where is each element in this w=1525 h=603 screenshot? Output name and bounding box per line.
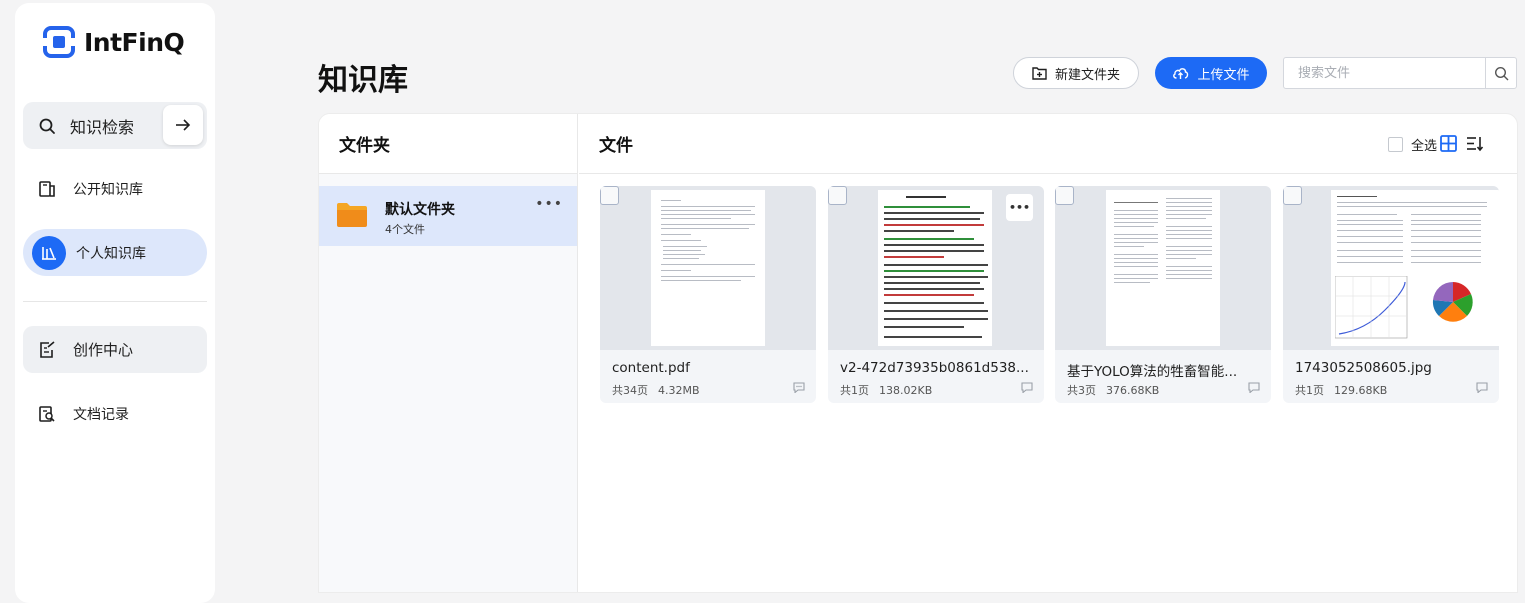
files-title: 文件 (599, 136, 633, 156)
folder-column-title: 文件夹 (319, 114, 577, 174)
file-search (1283, 57, 1517, 89)
sidebar: IntFinQ 知识检索 公开知识库 个人知识库 创作中心 文档记录 (15, 3, 215, 603)
book-icon (39, 180, 55, 197)
folder-icon (337, 203, 367, 227)
document-page-preview (1106, 190, 1220, 346)
grid-view-icon[interactable] (1440, 135, 1457, 152)
doc-search-icon (39, 405, 55, 422)
file-size: 376.68KB (1106, 384, 1160, 397)
chat-icon[interactable] (1021, 382, 1033, 393)
file-name: 基于YOLO算法的牲畜智能... (1067, 364, 1238, 380)
chat-icon[interactable] (793, 382, 805, 393)
document-page-preview (878, 190, 992, 346)
file-size: 4.32MB (658, 384, 700, 397)
file-search-input[interactable] (1284, 58, 1485, 88)
folder-name: 默认文件夹 (385, 202, 455, 218)
logo-text: IntFinQ (84, 27, 185, 57)
file-thumbnail (600, 186, 816, 350)
more-options-icon[interactable]: ••• (535, 196, 563, 212)
file-meta: 共1页 138.02KB (840, 382, 942, 398)
sidebar-item-label: 个人知识库 (76, 245, 146, 262)
folder-file-count: 4个文件 (385, 223, 425, 236)
open-search-button[interactable] (163, 105, 203, 145)
file-card[interactable]: content.pdf 共34页 4.32MB (600, 186, 816, 403)
upload-file-label: 上传文件 (1197, 67, 1250, 83)
sidebar-item-doc-records[interactable]: 文档记录 (23, 390, 207, 437)
search-icon (1494, 66, 1508, 80)
file-card[interactable]: ••• v2-472d73935b0861d538... 共1页 138.02KB (828, 186, 1044, 403)
file-pages: 共3页 (1067, 384, 1096, 397)
app-logo[interactable]: IntFinQ (42, 25, 185, 59)
logo-icon (42, 26, 76, 58)
select-all-label: 全选 (1410, 139, 1437, 154)
file-pages: 共34页 (612, 384, 648, 397)
page-title: 知识库 (318, 63, 408, 98)
file-pages: 共1页 (1295, 384, 1324, 397)
file-search-button[interactable] (1485, 58, 1516, 88)
select-all[interactable]: 全选 (1387, 135, 1437, 154)
sidebar-item-label: 文档记录 (73, 406, 129, 423)
file-size: 138.02KB (879, 384, 933, 397)
file-size: 129.68KB (1334, 384, 1388, 397)
file-select-checkbox[interactable] (828, 186, 847, 205)
arrow-right-icon (176, 119, 191, 131)
sidebar-item-creation-center[interactable]: 创作中心 (23, 326, 207, 373)
file-pages: 共1页 (840, 384, 869, 397)
files-header: 文件 全选 (579, 114, 1517, 174)
file-select-checkbox[interactable] (1055, 186, 1074, 205)
folder-column: 文件夹 默认文件夹 4个文件 ••• (319, 114, 578, 592)
new-folder-button[interactable]: 新建文件夹 (1013, 57, 1139, 89)
nav-knowledge-search-label: 知识检索 (70, 117, 135, 137)
file-name: v2-472d73935b0861d538... (840, 360, 1029, 376)
file-select-checkbox[interactable] (1283, 186, 1302, 205)
file-meta: 共3页 376.68KB (1067, 382, 1169, 398)
chat-icon[interactable] (1248, 382, 1260, 393)
file-name: content.pdf (612, 360, 690, 376)
edit-doc-icon (40, 340, 55, 358)
chat-icon[interactable] (1476, 382, 1488, 393)
bookshelf-icon (32, 235, 66, 270)
sidebar-item-label: 公开知识库 (73, 181, 143, 198)
add-folder-icon (1032, 67, 1047, 80)
cloud-upload-icon (1173, 68, 1189, 79)
file-meta: 共1页 129.68KB (1295, 382, 1397, 398)
file-card[interactable]: 基于YOLO算法的牲畜智能... 共3页 376.68KB (1055, 186, 1271, 403)
upload-file-button[interactable]: 上传文件 (1155, 57, 1267, 89)
sidebar-item-personal-kb[interactable]: 个人知识库 (23, 229, 207, 276)
folder-item[interactable]: 默认文件夹 4个文件 ••• (319, 186, 577, 246)
select-all-checkbox[interactable] (1387, 137, 1403, 152)
nav-knowledge-search[interactable]: 知识检索 (23, 102, 207, 149)
preview-plots (1335, 276, 1473, 339)
file-card[interactable]: 1743052508605.jpg 共1页 129.68KB (1283, 186, 1499, 403)
image-page-preview (1331, 190, 1499, 346)
sidebar-item-label: 创作中心 (73, 341, 134, 359)
knowledge-panel: 文件夹 默认文件夹 4个文件 ••• 文件 全选 content.pdf 共34… (318, 113, 1518, 593)
file-name: 1743052508605.jpg (1295, 360, 1432, 376)
document-page-preview (651, 190, 765, 346)
sort-icon[interactable] (1466, 135, 1484, 152)
search-icon (39, 118, 55, 134)
sidebar-divider (23, 301, 207, 302)
more-options-icon[interactable]: ••• (1006, 194, 1033, 221)
file-thumbnail (1055, 186, 1271, 350)
sidebar-item-public-kb[interactable]: 公开知识库 (23, 165, 207, 212)
file-meta: 共34页 4.32MB (612, 382, 710, 398)
new-folder-label: 新建文件夹 (1054, 67, 1120, 83)
file-thumbnail (1283, 186, 1499, 350)
file-select-checkbox[interactable] (600, 186, 619, 205)
